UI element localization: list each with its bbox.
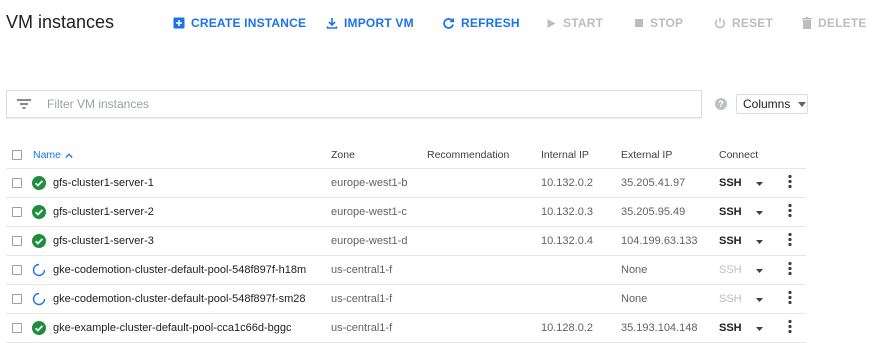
recommendation-column-header: Recommendation bbox=[427, 149, 510, 161]
ssh-dropdown-icon[interactable] bbox=[756, 177, 763, 189]
more-options-icon[interactable] bbox=[788, 174, 792, 192]
ssh-dropdown-icon[interactable] bbox=[756, 206, 763, 218]
ssh-dropdown-icon[interactable] bbox=[756, 264, 763, 276]
refresh-label: REFRESH bbox=[461, 16, 520, 30]
more-options-icon[interactable] bbox=[788, 261, 792, 279]
row-checkbox[interactable] bbox=[12, 323, 22, 333]
filter-input[interactable] bbox=[47, 97, 647, 111]
add-box-icon bbox=[173, 17, 185, 29]
refresh-icon bbox=[443, 17, 455, 29]
instance-zone: europe-west1-d bbox=[331, 235, 408, 247]
running-check-icon bbox=[32, 321, 46, 335]
row-checkbox[interactable] bbox=[12, 265, 22, 275]
instance-external-ip: 104.199.63.133 bbox=[621, 235, 698, 247]
zone-column-header: Zone bbox=[331, 149, 355, 161]
instance-internal-ip: 10.132.0.2 bbox=[541, 177, 593, 189]
row-checkbox[interactable] bbox=[12, 294, 22, 304]
table-row[interactable]: gke-codemotion-cluster-default-pool-548f… bbox=[6, 256, 806, 285]
instance-external-ip: 35.193.104.148 bbox=[621, 322, 698, 334]
instance-external-ip: None bbox=[621, 293, 648, 305]
reset-label: RESET bbox=[732, 16, 774, 30]
vm-instances-table: Name Zone Recommendation Internal IP Ext… bbox=[6, 142, 806, 343]
ssh-button[interactable]: SSH bbox=[719, 206, 742, 218]
filter-icon[interactable] bbox=[17, 99, 31, 109]
instance-name[interactable]: gke-example-cluster-default-pool-cca1c66… bbox=[53, 322, 291, 334]
table-row[interactable]: gke-example-cluster-default-pool-cca1c66… bbox=[6, 314, 806, 343]
import-vm-label: IMPORT VM bbox=[344, 16, 414, 30]
create-instance-button[interactable]: CREATE INSTANCE bbox=[173, 16, 306, 30]
table-row[interactable]: gke-codemotion-cluster-default-pool-548f… bbox=[6, 285, 806, 314]
download-icon bbox=[326, 18, 338, 29]
table-row[interactable]: gfs-cluster1-server-2 europe-west1-c 10.… bbox=[6, 198, 806, 227]
help-icon[interactable]: ? bbox=[715, 97, 727, 115]
reset-button[interactable]: RESET bbox=[714, 16, 773, 30]
instance-zone: us-central1-f bbox=[331, 264, 393, 276]
more-options-icon[interactable] bbox=[788, 232, 792, 250]
ssh-button[interactable]: SSH bbox=[719, 322, 742, 334]
start-button[interactable]: START bbox=[546, 16, 603, 30]
row-checkbox[interactable] bbox=[12, 236, 22, 246]
stop-icon bbox=[635, 19, 643, 27]
running-check-icon bbox=[32, 205, 46, 219]
instance-external-ip: 35.205.95.49 bbox=[621, 206, 686, 218]
table-row[interactable]: gfs-cluster1-server-1 europe-west1-b 10.… bbox=[6, 169, 806, 198]
name-column-header[interactable]: Name bbox=[33, 149, 73, 161]
refresh-button[interactable]: REFRESH bbox=[442, 16, 520, 30]
loading-spinner-icon bbox=[32, 263, 46, 277]
more-options-icon[interactable] bbox=[788, 290, 792, 308]
delete-button[interactable]: DELETE bbox=[802, 16, 867, 30]
stop-label: STOP bbox=[650, 16, 684, 30]
table-header-row: Name Zone Recommendation Internal IP Ext… bbox=[6, 142, 806, 169]
ssh-button[interactable]: SSH bbox=[719, 264, 742, 276]
name-header-label: Name bbox=[33, 149, 62, 161]
instance-name[interactable]: gfs-cluster1-server-1 bbox=[53, 177, 154, 189]
more-options-icon[interactable] bbox=[788, 319, 792, 337]
row-checkbox[interactable] bbox=[12, 207, 22, 217]
ssh-dropdown-icon[interactable] bbox=[756, 293, 763, 305]
columns-label: Columns bbox=[743, 97, 791, 111]
running-check-icon bbox=[32, 234, 46, 248]
ssh-button[interactable]: SSH bbox=[719, 177, 742, 189]
play-icon bbox=[547, 18, 556, 28]
instance-name[interactable]: gke-codemotion-cluster-default-pool-548f… bbox=[53, 264, 306, 276]
ssh-button[interactable]: SSH bbox=[719, 235, 742, 247]
instance-internal-ip: 10.132.0.4 bbox=[541, 235, 593, 247]
ssh-dropdown-icon[interactable] bbox=[756, 322, 763, 334]
instance-internal-ip: 10.128.0.2 bbox=[541, 322, 593, 334]
instance-external-ip: 35.205.41.97 bbox=[621, 177, 686, 189]
filter-bar bbox=[6, 90, 702, 118]
ssh-dropdown-icon[interactable] bbox=[756, 235, 763, 247]
internal-ip-column-header: Internal IP bbox=[541, 149, 589, 161]
delete-label: DELETE bbox=[818, 16, 867, 30]
stop-button[interactable]: STOP bbox=[634, 16, 683, 30]
external-ip-column-header: External IP bbox=[621, 149, 673, 161]
dropdown-arrow-icon bbox=[798, 101, 807, 107]
power-icon bbox=[714, 17, 726, 29]
instance-zone: us-central1-f bbox=[331, 322, 393, 334]
instance-name[interactable]: gfs-cluster1-server-2 bbox=[53, 206, 154, 218]
table-row[interactable]: gfs-cluster1-server-3 europe-west1-d 10.… bbox=[6, 227, 806, 256]
import-vm-button[interactable]: IMPORT VM bbox=[326, 16, 414, 30]
instance-name[interactable]: gfs-cluster1-server-3 bbox=[53, 235, 154, 247]
instance-zone: europe-west1-c bbox=[331, 206, 407, 218]
loading-spinner-icon bbox=[32, 292, 46, 306]
page-title: VM instances bbox=[6, 12, 115, 32]
columns-button[interactable]: Columns bbox=[736, 94, 808, 114]
instance-external-ip: None bbox=[621, 264, 648, 276]
running-check-icon bbox=[32, 176, 46, 190]
sort-ascending-icon bbox=[65, 152, 73, 158]
instance-internal-ip: 10.132.0.3 bbox=[541, 206, 593, 218]
svg-text:?: ? bbox=[718, 99, 724, 109]
connect-column-header: Connect bbox=[719, 149, 759, 161]
create-instance-label: CREATE INSTANCE bbox=[191, 16, 307, 30]
trash-icon bbox=[802, 17, 812, 29]
instance-name[interactable]: gke-codemotion-cluster-default-pool-548f… bbox=[53, 293, 306, 305]
more-options-icon[interactable] bbox=[788, 203, 792, 221]
select-all-checkbox[interactable] bbox=[12, 150, 22, 160]
start-label: START bbox=[563, 16, 604, 30]
ssh-button[interactable]: SSH bbox=[719, 293, 742, 305]
instance-zone: europe-west1-b bbox=[331, 177, 408, 189]
instance-zone: us-central1-f bbox=[331, 293, 393, 305]
row-checkbox[interactable] bbox=[12, 178, 22, 188]
